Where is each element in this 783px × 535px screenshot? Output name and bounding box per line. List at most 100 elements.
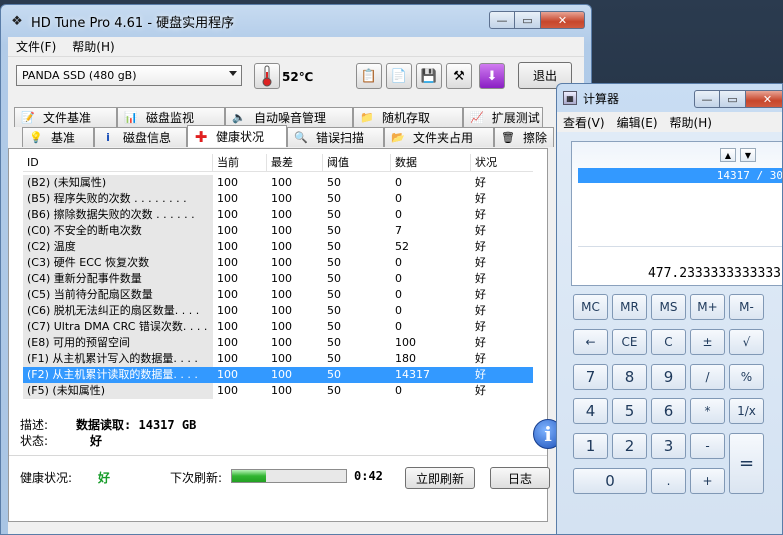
tab-benchmark[interactable]: 💡 基准 [22,127,94,147]
ce-key[interactable]: CE [612,329,647,355]
description: 描述: 数据读取: 14317 GB [20,416,196,433]
table-cell: 50 [327,336,341,349]
tab-label: 健康状况 [216,130,265,144]
sign-key[interactable]: ± [690,329,725,355]
file-bench-icon: 📝 [21,111,35,124]
chevron-down-icon [229,71,237,76]
menu-file[interactable]: 文件(F) [8,38,64,55]
table-cell: 100 [217,240,238,253]
m-minus-key[interactable]: M- [729,294,764,320]
digit-5-key[interactable]: 5 [612,398,647,424]
table-row[interactable]: (C6) 脱机无法纠正的扇区数量. . . . 100 100 50 0 好 [23,303,533,319]
minus-key[interactable]: - [690,433,725,459]
table-cell: 50 [327,176,341,189]
table-cell: 好 [475,192,486,205]
copy-text-button[interactable]: 📋 [356,63,382,89]
table-row[interactable]: (C3) 硬件 ECC 恢复次数 100 100 50 0 好 [23,255,533,271]
download-button[interactable]: ⬇ [479,63,505,89]
col-threshold[interactable]: 阈值 [323,154,391,171]
calc-menu-edit[interactable]: 编辑(E) [611,114,664,131]
digit-2-key[interactable]: 2 [612,433,647,459]
digit-9-key[interactable]: 9 [651,364,686,390]
table-row[interactable]: (C0) 不安全的断电次数 100 100 50 7 好 [23,223,533,239]
calc-menu-help[interactable]: 帮助(H) [664,114,718,131]
digit-4-key[interactable]: 4 [573,398,608,424]
digit-0-key[interactable]: 0 [573,468,647,494]
table-row[interactable]: (C7) Ultra DMA CRC 错误次数. . . . 100 100 50 0 好 [23,319,533,335]
table-row[interactable]: (B6) 擦除数据失败的次数 . . . . . . 100 100 50 0 好 [23,207,533,223]
sqrt-key[interactable]: √ [729,329,764,355]
reciprocal-key[interactable]: 1/x [729,398,764,424]
table-cell: 100 [271,368,292,381]
equals-key[interactable]: = [729,433,764,494]
calc-close-button[interactable]: ✕ [746,90,782,108]
mr-key[interactable]: MR [612,294,647,320]
menu-help[interactable]: 帮助(H) [64,38,122,55]
col-status[interactable]: 状况 [471,154,519,171]
tab-label: 基准 [51,131,76,145]
calc-minimize-button[interactable]: — [694,90,720,108]
table-cell: (F2) 从主机累计读取的数据量. . . . [23,367,213,383]
col-data[interactable]: 数据 [391,154,471,171]
close-button[interactable]: ✕ [541,11,585,29]
window-title: HD Tune Pro 4.61 - 硬盘实用程序 [31,15,235,31]
col-worst[interactable]: 最差 [267,154,323,171]
table-cell: 50 [327,192,341,205]
calc-menu-view[interactable]: 查看(V) [557,114,611,131]
table-cell: 100 [217,336,238,349]
digit-3-key[interactable]: 3 [651,433,686,459]
table-row[interactable]: (F2) 从主机累计读取的数据量. . . . 100 100 50 14317 好 [23,367,533,383]
table-row[interactable]: (C4) 重新分配事件数量 100 100 50 0 好 [23,271,533,287]
log-button[interactable]: 日志 [490,467,550,489]
digit-7-key[interactable]: 7 [573,364,608,390]
tab-error-scan[interactable]: 🔍 错误扫描 [287,127,384,147]
digit-6-key[interactable]: 6 [651,398,686,424]
calc-maximize-button[interactable]: ▭ [720,90,746,108]
plus-key[interactable]: + [690,468,725,494]
extra-tests-icon: 📈 [470,111,484,124]
folder-icon: 📂 [391,131,405,144]
col-id[interactable]: ID [23,154,213,171]
table-row[interactable]: (B2) (未知属性) 100 100 50 0 好 [23,175,533,191]
tab-folder-usage[interactable]: 📂 文件夹占用 [384,127,494,147]
copy-screenshot-button[interactable]: 📄 [386,63,412,89]
divide-key[interactable]: / [690,364,725,390]
tab-disk-info[interactable]: i 磁盘信息 [94,127,187,147]
percent-key[interactable]: % [729,364,764,390]
tab-extra-tests[interactable]: 📈 扩展测试 [463,107,543,127]
digit-8-key[interactable]: 8 [612,364,647,390]
history-down-button[interactable]: ▼ [740,148,756,162]
decimal-key[interactable]: . [651,468,686,494]
tab-random-access[interactable]: 📁 随机存取 [353,107,463,127]
refresh-now-button[interactable]: 立即刷新 [405,467,475,489]
ms-key[interactable]: MS [651,294,686,320]
tab-health[interactable]: ✚ 健康状况 [187,125,287,147]
mc-key[interactable]: MC [573,294,608,320]
digit-1-key[interactable]: 1 [573,433,608,459]
col-current[interactable]: 当前 [213,154,267,171]
minimize-icon: — [701,92,713,106]
maximize-button[interactable]: ▭ [515,11,541,29]
table-row[interactable]: (F1) 从主机累计写入的数据量. . . . 100 100 50 180 好 [23,351,533,367]
clear-key[interactable]: C [651,329,686,355]
table-row[interactable]: (F5) (未知属性) 100 100 50 0 好 [23,383,533,399]
multiply-key[interactable]: * [690,398,725,424]
minimize-button[interactable]: — [489,11,515,29]
table-row[interactable]: (E8) 可用的预留空间 100 100 50 100 好 [23,335,533,351]
m-plus-key[interactable]: M+ [690,294,725,320]
tab-disk-monitor[interactable]: 📊 磁盘监视 [117,107,225,127]
minimize-icon: — [496,13,508,27]
history-up-button[interactable]: ▲ [720,148,736,162]
tab-aam[interactable]: 🔈 自动噪音管理 [225,107,353,127]
tab-erase[interactable]: 🗑 擦除 [494,127,554,147]
save-button[interactable]: 💾 [416,63,442,89]
backspace-key[interactable]: ← [573,329,608,355]
table-row[interactable]: (C2) 温度 100 100 50 52 好 [23,239,533,255]
tab-label: 文件基准 [43,111,92,125]
table-row[interactable]: (B5) 程序失败的次数 . . . . . . . . 100 100 50 0 好 [23,191,533,207]
table-cell: 好 [475,288,486,301]
tab-file-bench[interactable]: 📝 文件基准 [14,107,117,127]
drive-select[interactable]: PANDA SSD (480 gB) [16,65,242,86]
options-button[interactable]: ⚒ [446,63,472,89]
table-row[interactable]: (C5) 当前待分配扇区数量 100 100 50 0 好 [23,287,533,303]
